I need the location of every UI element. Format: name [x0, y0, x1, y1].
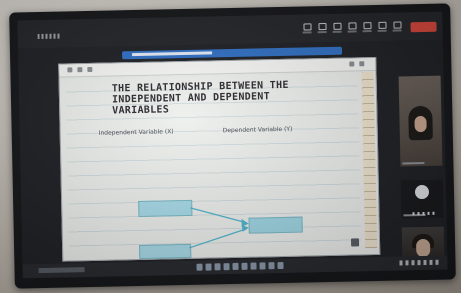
- arrow-bottom: [188, 228, 247, 249]
- avatar: [414, 184, 430, 200]
- taskbar-apps: [196, 261, 284, 271]
- app-icon[interactable]: [205, 263, 212, 271]
- people-icon: [332, 22, 342, 30]
- app-icon[interactable]: [232, 262, 239, 271]
- share-icon: [362, 22, 372, 30]
- mic-icon: [302, 23, 312, 31]
- app-icon[interactable]: [241, 262, 248, 270]
- meeting-top-bar: [17, 11, 443, 49]
- control-label: [302, 31, 312, 34]
- app-icon[interactable]: [196, 263, 203, 271]
- app-icon[interactable]: [214, 263, 221, 271]
- mic-button[interactable]: [301, 23, 312, 35]
- arrow-top: [190, 207, 247, 224]
- camera-icon: [317, 23, 327, 31]
- smile-icon: [377, 21, 387, 29]
- relationship-arrows: [188, 207, 249, 249]
- app-icon[interactable]: [277, 261, 284, 270]
- chat-icon: [347, 22, 357, 30]
- reactions-button[interactable]: [376, 21, 387, 34]
- app-icon[interactable]: [223, 263, 230, 271]
- app-icon[interactable]: [268, 262, 275, 270]
- leave-button[interactable]: [410, 21, 437, 33]
- app-icon[interactable]: [250, 262, 257, 270]
- arrowhead-bottom: [241, 224, 249, 232]
- photo: THE RELATIONSHIP BETWEEN THE INDEPENDENT…: [0, 0, 461, 293]
- page-dots[interactable]: [412, 211, 435, 216]
- chat-button[interactable]: [346, 22, 357, 34]
- fullscreen-icon[interactable]: [350, 238, 360, 247]
- app-icon[interactable]: [259, 262, 266, 270]
- system-tray[interactable]: [399, 259, 440, 266]
- control-label: [392, 29, 402, 32]
- laptop-screen: THE RELATIONSHIP BETWEEN THE INDEPENDENT…: [17, 11, 448, 279]
- search-box[interactable]: [38, 267, 85, 274]
- meeting-info-icon[interactable]: [37, 33, 60, 40]
- control-label: [377, 29, 387, 32]
- participants-button[interactable]: [331, 22, 342, 35]
- meeting-controls: [301, 21, 402, 35]
- more-button[interactable]: [391, 21, 402, 33]
- more-icon: [392, 21, 402, 29]
- participant-video-1[interactable]: [398, 75, 443, 167]
- control-label: [347, 30, 357, 33]
- control-label: [362, 30, 372, 33]
- camera-button[interactable]: [316, 23, 327, 35]
- participant-name: [402, 161, 425, 165]
- participant-face: [414, 115, 427, 133]
- laptop-bezel: THE RELATIONSHIP BETWEEN THE INDEPENDENT…: [9, 3, 456, 289]
- control-label: [332, 30, 342, 33]
- banner-text: [132, 51, 213, 57]
- participant-face: [415, 238, 431, 258]
- share-button[interactable]: [361, 22, 372, 34]
- control-label: [317, 31, 327, 34]
- shared-slide: THE RELATIONSHIP BETWEEN THE INDEPENDENT…: [58, 56, 381, 262]
